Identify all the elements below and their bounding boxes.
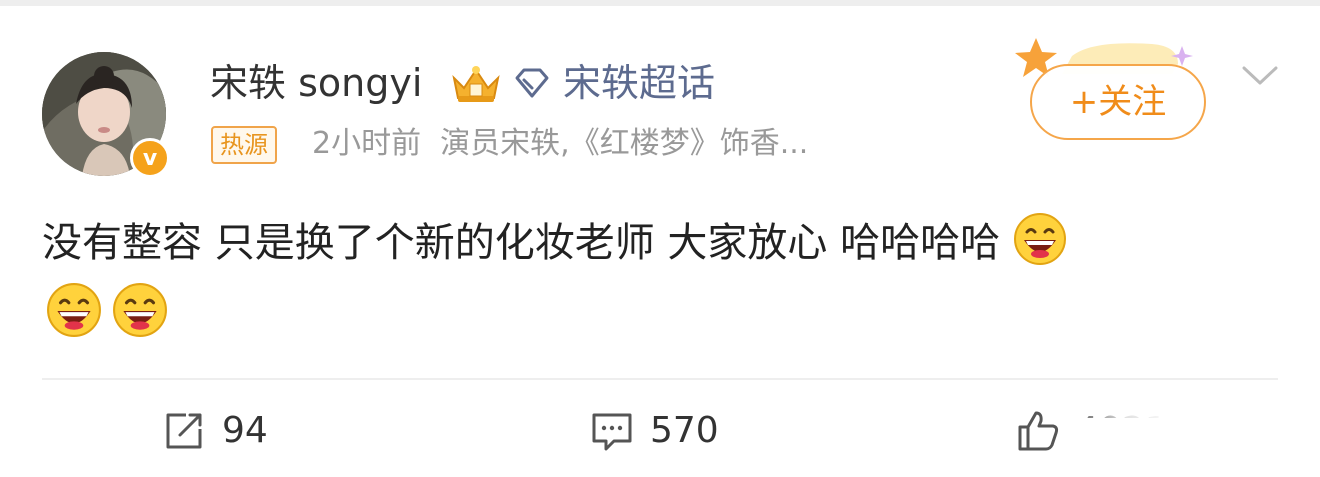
comment-button[interactable]: 570: [590, 408, 719, 454]
diamond-icon: [515, 68, 549, 98]
chevron-down-icon[interactable]: [1240, 62, 1280, 88]
post-time: 2小时前: [312, 126, 422, 161]
grin-emoji-icon: [113, 283, 167, 337]
comment-count: 570: [650, 410, 719, 451]
repost-icon: [166, 413, 202, 449]
verified-badge: v: [130, 138, 170, 178]
username[interactable]: 宋轶 songyi: [210, 60, 422, 106]
user-bio: 演员宋轶,《红楼梦》饰香...: [440, 126, 809, 161]
crown-icon[interactable]: [450, 62, 502, 104]
hot-source-tag: 热源: [211, 126, 277, 164]
post-body: 没有整容 只是换了个新的化妆老师 大家放心 哈哈哈哈: [42, 220, 1001, 266]
grin-emoji-icon: [47, 283, 101, 337]
comment-icon: [592, 413, 632, 451]
follow-button[interactable]: +关注: [1030, 64, 1206, 140]
repost-button[interactable]: 94: [162, 408, 268, 454]
post-meta: 2小时前 演员宋轶,《红楼梦》饰香...: [312, 124, 808, 164]
top-separator: [0, 0, 1320, 6]
post-text: 没有整容 只是换了个新的化妆老师 大家放心 哈哈哈哈: [42, 210, 1252, 276]
grin-emoji-icon: [1013, 213, 1066, 265]
like-icon: [1018, 411, 1059, 451]
divider: [42, 378, 1278, 380]
emoji-row: [46, 282, 168, 338]
repost-count: 94: [222, 410, 268, 451]
overlay-bar: [1068, 418, 1313, 468]
super-topic-link[interactable]: 宋轶超话: [563, 60, 715, 106]
